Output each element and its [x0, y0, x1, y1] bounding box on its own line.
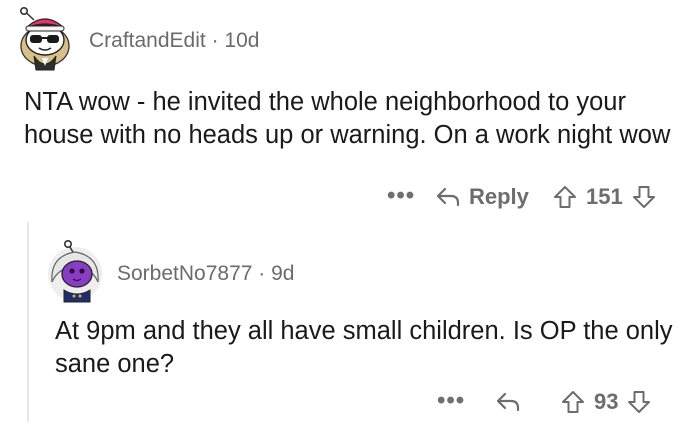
avatar[interactable] — [44, 238, 106, 304]
username-link[interactable]: SorbetNo7877 — [117, 262, 252, 285]
downvote-arrow-icon[interactable] — [626, 389, 652, 415]
snoo-avatar-icon — [48, 239, 102, 303]
vote-score: 151 — [586, 184, 623, 209]
comment-body: At 9pm and they all have small children.… — [55, 317, 673, 378]
avatar[interactable] — [14, 6, 74, 72]
upvote-arrow-icon[interactable] — [560, 389, 586, 415]
vote-controls: 93 — [560, 385, 652, 419]
username-link[interactable]: CraftandEdit — [89, 29, 206, 52]
downvote-arrow-icon[interactable] — [631, 184, 657, 210]
vote-controls: 151 — [552, 180, 657, 214]
vote-score: 93 — [594, 389, 619, 414]
reply-arrow-icon — [495, 391, 521, 413]
more-options-button[interactable]: ••• — [387, 184, 415, 208]
comment-meta: SorbetNo7877 · 9d — [117, 262, 294, 286]
snoo-avatar-icon — [20, 6, 70, 71]
comment-age: 9d — [271, 262, 295, 285]
comment-meta: CraftandEdit · 10d — [89, 29, 259, 53]
reply-arrow-icon — [435, 186, 461, 208]
more-options-button[interactable]: ••• — [437, 389, 465, 413]
thread-line[interactable] — [27, 222, 29, 422]
reply-label: Reply — [469, 184, 529, 209]
comment-age: 10d — [224, 29, 260, 52]
meta-separator: · — [211, 29, 219, 52]
reply-button[interactable]: Reply — [435, 180, 529, 214]
upvote-arrow-icon[interactable] — [552, 184, 578, 210]
comment-body: NTA wow - he invited the whole neighborh… — [24, 88, 671, 149]
reply-button[interactable] — [495, 385, 521, 419]
meta-separator: · — [258, 262, 266, 285]
